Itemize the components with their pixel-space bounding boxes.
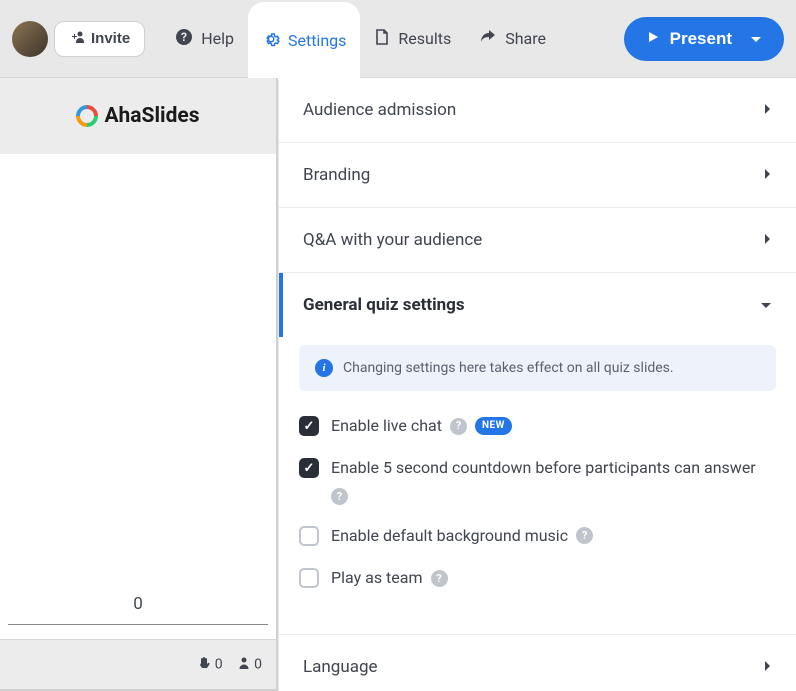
option-bg-music: Enable default background music ?: [299, 525, 776, 547]
chevron-down-icon: [760, 295, 772, 315]
info-icon: i: [315, 359, 333, 377]
help-icon[interactable]: ?: [450, 418, 467, 435]
hand-icon: [197, 656, 211, 674]
share-icon: [479, 29, 497, 49]
help-icon[interactable]: ?: [576, 527, 593, 544]
option-label: Play as team ?: [331, 567, 776, 589]
section-quiz-settings: General quiz settings i Changing setting…: [279, 273, 796, 635]
checkbox-live-chat[interactable]: [299, 416, 319, 436]
section-branding: Branding: [279, 143, 796, 208]
section-header-branding[interactable]: Branding: [279, 143, 796, 207]
option-countdown: Enable 5 second countdown before partici…: [299, 457, 776, 504]
section-title: Audience admission: [303, 100, 456, 120]
logo-text: AhaSlides: [104, 104, 199, 128]
option-label: Enable 5 second countdown before partici…: [331, 457, 776, 504]
nav-help-label: Help: [201, 29, 234, 48]
hand-count: 0: [197, 656, 222, 674]
invite-button[interactable]: Invite: [54, 21, 145, 57]
document-icon: [374, 28, 390, 50]
section-language: Language: [279, 635, 796, 691]
present-label: Present: [670, 29, 732, 49]
new-badge: NEW: [475, 417, 512, 435]
chevron-right-icon: [764, 165, 772, 185]
avatar[interactable]: [12, 21, 48, 57]
nav-results[interactable]: Results: [360, 0, 465, 78]
option-live-chat: Enable live chat ? NEW: [299, 415, 776, 437]
section-title: General quiz settings: [303, 295, 465, 315]
footer-stats: 0 0: [0, 639, 276, 689]
main-area: AhaSlides 0 0 0 Audience admission: [0, 78, 796, 691]
slide-value: 0: [8, 594, 268, 625]
help-icon[interactable]: ?: [431, 570, 448, 587]
chevron-right-icon: [764, 230, 772, 250]
person-count: 0: [237, 656, 262, 674]
nav-settings-label: Settings: [288, 31, 346, 50]
option-team: Play as team ?: [299, 567, 776, 589]
section-body-quiz: i Changing settings here takes effect on…: [279, 345, 796, 634]
section-audience-admission: Audience admission: [279, 78, 796, 143]
checkbox-bg-music[interactable]: [299, 526, 319, 546]
sidebar: AhaSlides 0 0 0: [0, 78, 278, 691]
invite-label: Invite: [91, 30, 130, 47]
slide-preview[interactable]: [0, 154, 276, 639]
add-user-icon: [69, 30, 85, 48]
section-header-qna[interactable]: Q&A with your audience: [279, 208, 796, 272]
checkbox-countdown[interactable]: [299, 458, 319, 478]
chevron-down-icon: [750, 29, 762, 49]
section-header-admission[interactable]: Audience admission: [279, 78, 796, 142]
info-text: Changing settings here takes effect on a…: [343, 360, 674, 376]
option-label: Enable default background music ?: [331, 525, 776, 547]
section-title: Language: [303, 657, 378, 677]
section-header-quiz[interactable]: General quiz settings: [279, 273, 796, 337]
gear-icon: [262, 30, 280, 52]
logo: AhaSlides: [0, 78, 276, 154]
section-qna: Q&A with your audience: [279, 208, 796, 273]
nav-settings[interactable]: Settings: [248, 2, 360, 80]
nav-share[interactable]: Share: [465, 0, 560, 78]
chevron-right-icon: [764, 100, 772, 120]
section-header-language[interactable]: Language: [279, 635, 796, 691]
checkbox-team[interactable]: [299, 568, 319, 588]
top-bar: Invite ? Help Settings Results Share Pre…: [0, 0, 796, 78]
option-label: Enable live chat ? NEW: [331, 415, 776, 437]
logo-icon: [72, 100, 103, 131]
help-icon: ?: [175, 28, 193, 50]
nav-results-label: Results: [398, 29, 451, 48]
info-banner: i Changing settings here takes effect on…: [299, 345, 776, 391]
present-button[interactable]: Present: [624, 17, 784, 61]
section-title: Q&A with your audience: [303, 230, 482, 250]
person-icon: [237, 656, 251, 674]
play-icon: [646, 29, 660, 49]
section-title: Branding: [303, 165, 370, 185]
chevron-right-icon: [764, 657, 772, 677]
nav-share-label: Share: [505, 29, 546, 48]
svg-text:?: ?: [181, 30, 187, 44]
help-icon[interactable]: ?: [331, 488, 348, 505]
nav-help[interactable]: ? Help: [161, 0, 248, 78]
settings-panel: Audience admission Branding Q&A with you…: [278, 78, 796, 691]
